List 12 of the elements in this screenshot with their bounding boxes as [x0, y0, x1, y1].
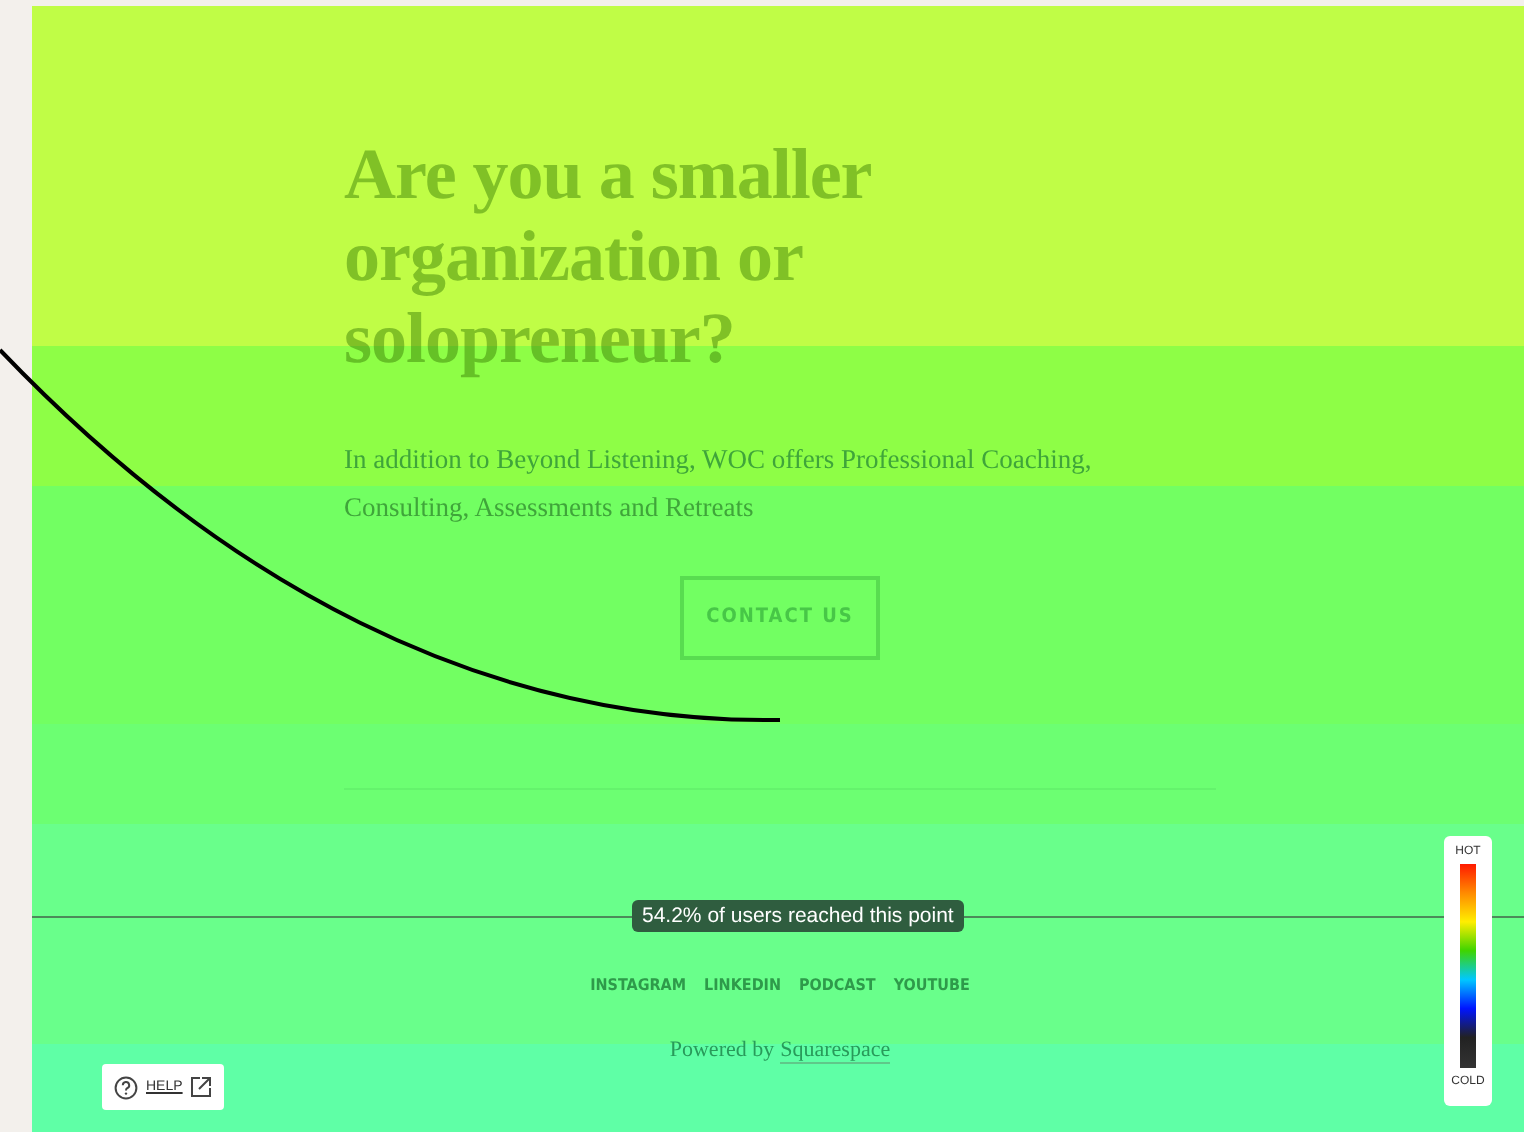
- external-link-icon: [190, 1076, 213, 1098]
- help-icon: [114, 1075, 138, 1099]
- social-link[interactable]: INSTAGRAM: [590, 976, 687, 994]
- contact-button[interactable]: CONTACT US: [680, 576, 880, 660]
- page-paragraph: In addition to Beyond Listening, WOC offers Professional Coaching, Consulting, Assessments and Retreats: [344, 442, 1094, 526]
- social-link[interactable]: LINKEDIN: [704, 976, 782, 994]
- page-heading: Are you a smaller organization or solopreneur?: [344, 134, 873, 380]
- scroll-reach-label: 54.2% of users reached this point: [632, 900, 964, 932]
- social-link[interactable]: YOUTUBE: [893, 976, 970, 994]
- social-link[interactable]: PODCAST: [799, 976, 876, 994]
- powered-by-text: Powered by: [669, 1038, 775, 1064]
- squarespace-link[interactable]: Squarespace: [780, 1038, 891, 1064]
